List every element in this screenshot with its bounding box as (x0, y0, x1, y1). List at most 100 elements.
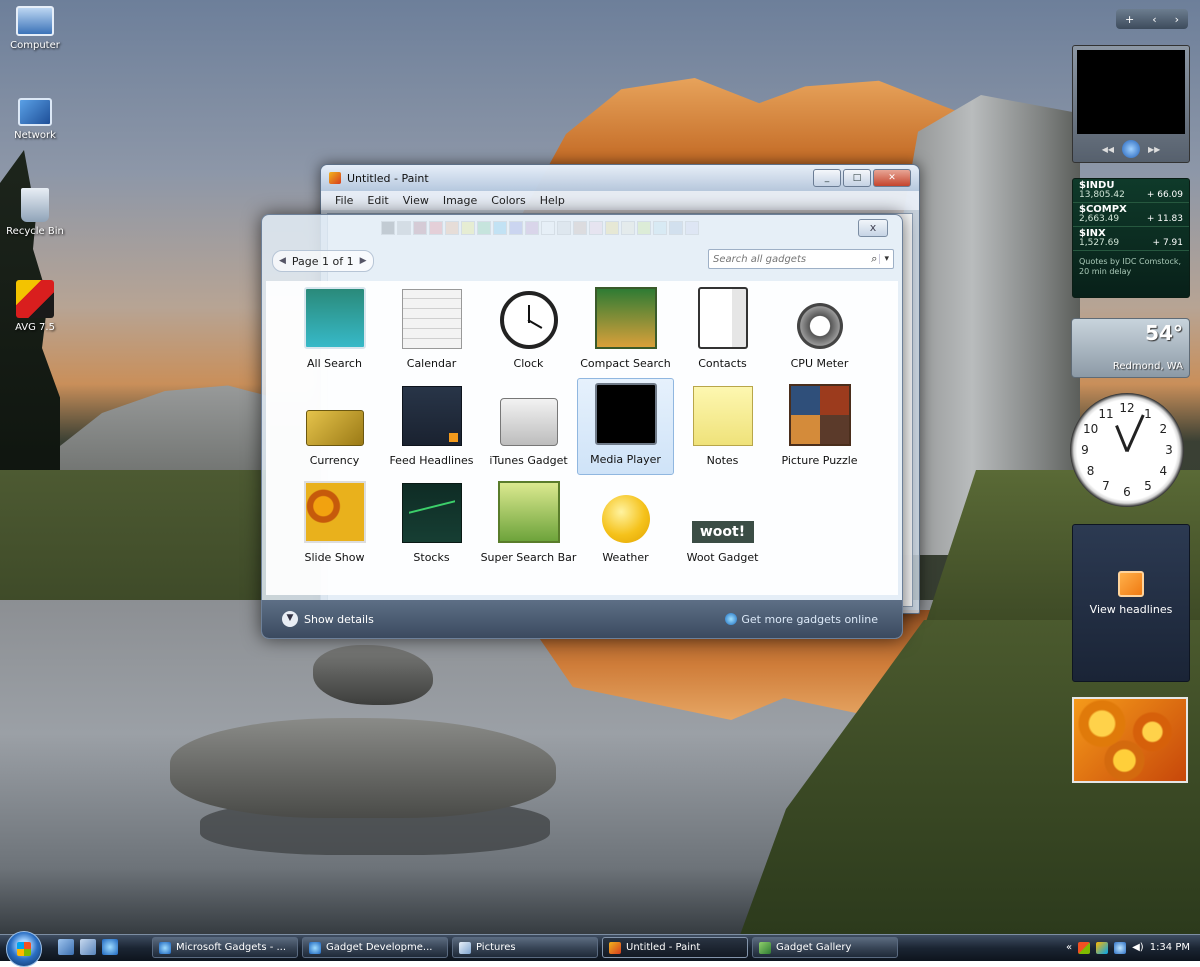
clock-number: 12 (1119, 401, 1135, 415)
gadget-super-search-bar[interactable]: Super Search Bar (480, 475, 577, 572)
next-icon[interactable]: ▶▶ (1148, 145, 1160, 154)
previous-icon[interactable]: ◀◀ (1102, 145, 1114, 154)
volume-icon[interactable]: ◀) (1132, 942, 1144, 953)
gadget-gallery-window: x ◀ Page 1 of 1 ▶ ⌕ ▾ All Search Calenda… (261, 214, 903, 639)
next-page-icon[interactable]: ▶ (360, 256, 367, 266)
gadget-cpu-meter[interactable]: CPU Meter (771, 281, 868, 378)
chevron-left-icon[interactable]: « (1066, 942, 1072, 953)
maximize-button[interactable]: □ (843, 169, 871, 187)
gadget-woot[interactable]: woot! Woot Gadget (674, 475, 771, 572)
task-microsoft-gadgets[interactable]: Microsoft Gadgets - ... (152, 937, 298, 958)
task-gadget-development[interactable]: Gadget Developme... (302, 937, 448, 958)
task-gadget-gallery[interactable]: Gadget Gallery (752, 937, 898, 958)
gadget-feed-headlines[interactable]: Feed Headlines (383, 378, 480, 475)
search-dropdown-icon[interactable]: ▾ (879, 254, 893, 264)
desktop-icon-avg[interactable]: AVG 7.5 (4, 280, 66, 333)
menu-edit[interactable]: Edit (367, 194, 388, 207)
clock-gadget[interactable]: 12 1 2 3 4 5 6 7 8 9 10 11 (1070, 393, 1184, 507)
gallery-search-box: ⌕ ▾ (708, 249, 894, 269)
chevron-down-icon: ▼ (282, 611, 298, 627)
clock-number: 2 (1159, 422, 1168, 436)
next-gadgets-button[interactable]: › (1175, 13, 1179, 26)
gadget-currency[interactable]: Currency (286, 378, 383, 475)
menu-view[interactable]: View (403, 194, 429, 207)
gadget-calendar[interactable]: Calendar (383, 281, 480, 378)
task-label: Untitled - Paint (626, 942, 701, 953)
clock-time[interactable]: 1:34 PM (1150, 942, 1190, 953)
close-button[interactable]: ✕ (873, 169, 911, 187)
previous-page-icon[interactable]: ◀ (279, 256, 286, 266)
gadget-label: Notes (706, 454, 739, 467)
minimize-button[interactable]: _ (813, 169, 841, 187)
feed-headlines-gadget[interactable]: View headlines (1072, 524, 1190, 682)
show-details-toggle[interactable]: ▼ Show details (282, 611, 374, 627)
gadget-itunes[interactable]: iTunes Gadget (480, 378, 577, 475)
clock-number: 6 (1123, 485, 1131, 499)
task-paint[interactable]: Untitled - Paint (602, 937, 748, 958)
paint-title: Untitled - Paint (347, 171, 429, 185)
picture-puzzle-icon (788, 384, 851, 446)
switch-windows-icon[interactable] (80, 939, 96, 955)
media-player-gadget[interactable]: ◀◀ ▶▶ (1072, 45, 1190, 163)
stocks-gadget[interactable]: $INDU 13,805.42 + 66.09 $COMPX 2,663.49 + … (1072, 178, 1190, 298)
desktop-icon-recycle-bin[interactable]: Recycle Bin (4, 188, 66, 237)
get-more-gadgets-link[interactable]: Get more gadgets online (725, 613, 878, 626)
menu-help[interactable]: Help (540, 194, 565, 207)
gadget-label: Picture Puzzle (781, 454, 858, 467)
gadget-grid: All Search Calendar Clock Compact Search… (266, 281, 898, 595)
network-icon[interactable] (1114, 941, 1127, 954)
add-gadget-button[interactable]: + (1125, 13, 1134, 26)
gadget-label: Feed Headlines (389, 454, 474, 467)
previous-gadgets-button[interactable]: ‹ (1152, 13, 1156, 26)
gadget-picture-puzzle[interactable]: Picture Puzzle (771, 378, 868, 475)
system-tray: « ◀) 1:34 PM (1056, 937, 1200, 958)
search-icon[interactable]: ⌕ (871, 252, 879, 266)
gadget-weather[interactable]: Weather (577, 475, 674, 572)
gadget-all-search[interactable]: All Search (286, 281, 383, 378)
gadget-slide-show[interactable]: Slide Show (286, 475, 383, 572)
weather-gadget[interactable]: 54° Redmond, WA (1071, 318, 1190, 378)
menu-image[interactable]: Image (443, 194, 477, 207)
slide-show-gadget[interactable] (1072, 697, 1188, 783)
gadget-label: Super Search Bar (480, 551, 577, 564)
play-icon[interactable] (1122, 140, 1140, 158)
computer-icon (16, 6, 54, 36)
clock-number: 3 (1165, 443, 1173, 457)
task-label: Gadget Gallery (776, 942, 852, 953)
language-icon[interactable] (1096, 941, 1109, 954)
media-player-icon (594, 383, 657, 445)
stock-row: $COMPX 2,663.49 + 11.83 (1073, 203, 1189, 227)
weather-icon (601, 495, 650, 543)
stock-row: $INX 1,527.69 + 7.91 (1073, 227, 1189, 251)
gadget-clock[interactable]: Clock (480, 281, 577, 378)
gadget-notes[interactable]: Notes (674, 378, 771, 475)
gadget-contacts[interactable]: Contacts (674, 281, 771, 378)
currency-icon (305, 410, 364, 446)
start-button[interactable] (6, 931, 42, 967)
gadget-media-player[interactable]: Media Player (577, 378, 674, 475)
windows-tray-icon[interactable] (1078, 941, 1091, 954)
internet-explorer-icon[interactable] (102, 939, 118, 955)
menu-colors[interactable]: Colors (491, 194, 525, 207)
gadget-label: Clock (513, 357, 544, 370)
gadget-label: Media Player (590, 453, 661, 466)
task-pictures[interactable]: Pictures (452, 937, 598, 958)
clock-number: 5 (1144, 479, 1152, 494)
stock-price: 1,527.69 (1079, 238, 1120, 248)
desktop-icon-computer[interactable]: Computer (4, 6, 66, 51)
paint-titlebar[interactable]: Untitled - Paint _ □ ✕ (321, 165, 919, 191)
clock-number: 1 (1144, 406, 1152, 421)
rss-icon (1118, 571, 1144, 597)
gadget-compact-search[interactable]: Compact Search (577, 281, 674, 378)
gallery-search-input[interactable] (709, 252, 855, 266)
notes-icon (692, 386, 753, 446)
show-desktop-icon[interactable] (58, 939, 74, 955)
gadget-stocks[interactable]: Stocks (383, 475, 480, 572)
internet-explorer-icon (309, 941, 321, 954)
desktop-icon-network[interactable]: Network (4, 98, 66, 141)
gallery-close-button[interactable]: x (858, 219, 888, 237)
stock-row: $INDU 13,805.42 + 66.09 (1073, 179, 1189, 203)
task-label: Pictures (476, 942, 516, 953)
menu-file[interactable]: File (335, 194, 353, 207)
stocks-icon (401, 483, 462, 543)
